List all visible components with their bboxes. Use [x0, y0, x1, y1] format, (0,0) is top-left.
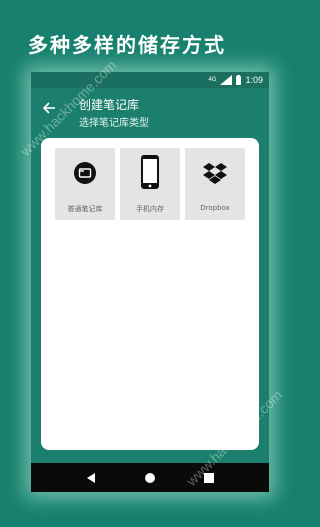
app-bar: 创建笔记库 选择笔记库类型 [31, 88, 269, 138]
storage-options: 普通笔记库 手机内存 Dropbox [55, 148, 245, 220]
content-card: 普通笔记库 手机内存 Dropbox [41, 138, 259, 450]
promo-title: 多种多样的储存方式 [28, 33, 226, 57]
storage-option-phone[interactable]: 手机内存 [120, 148, 180, 220]
status-icons: 4G 1:09 [208, 74, 263, 86]
square-recents-icon [204, 472, 215, 483]
storage-option-dropbox[interactable]: Dropbox [185, 148, 245, 220]
phone-icon [141, 155, 159, 189]
dropbox-icon [203, 163, 227, 184]
phone-screen: 4G 1:09 创建笔记库 选择笔记库类型 普通笔记库 手机内存 Dropbox [31, 72, 269, 492]
back-button[interactable] [39, 98, 59, 118]
storage-option-normal[interactable]: 普通笔记库 [55, 148, 115, 220]
triangle-back-icon [86, 472, 95, 483]
folder-icon [74, 162, 96, 184]
nav-recents-button[interactable] [199, 468, 219, 488]
battery-icon [236, 74, 242, 85]
signal-label: 4G [208, 77, 217, 83]
storage-option-label: Dropbox [200, 204, 230, 212]
signal-icon [220, 75, 233, 85]
app-title: 创建笔记库 [79, 98, 140, 112]
nav-bar [31, 463, 269, 492]
status-time: 1:09 [245, 75, 263, 85]
arrow-left-icon [42, 102, 55, 114]
storage-option-label: 手机内存 [136, 205, 164, 213]
storage-option-label: 普通笔记库 [67, 205, 103, 213]
circle-home-icon [144, 472, 155, 483]
app-subtitle: 选择笔记库类型 [79, 118, 149, 129]
nav-back-button[interactable] [81, 468, 101, 488]
status-bar: 4G 1:09 [31, 72, 269, 88]
nav-home-button[interactable] [140, 468, 160, 488]
